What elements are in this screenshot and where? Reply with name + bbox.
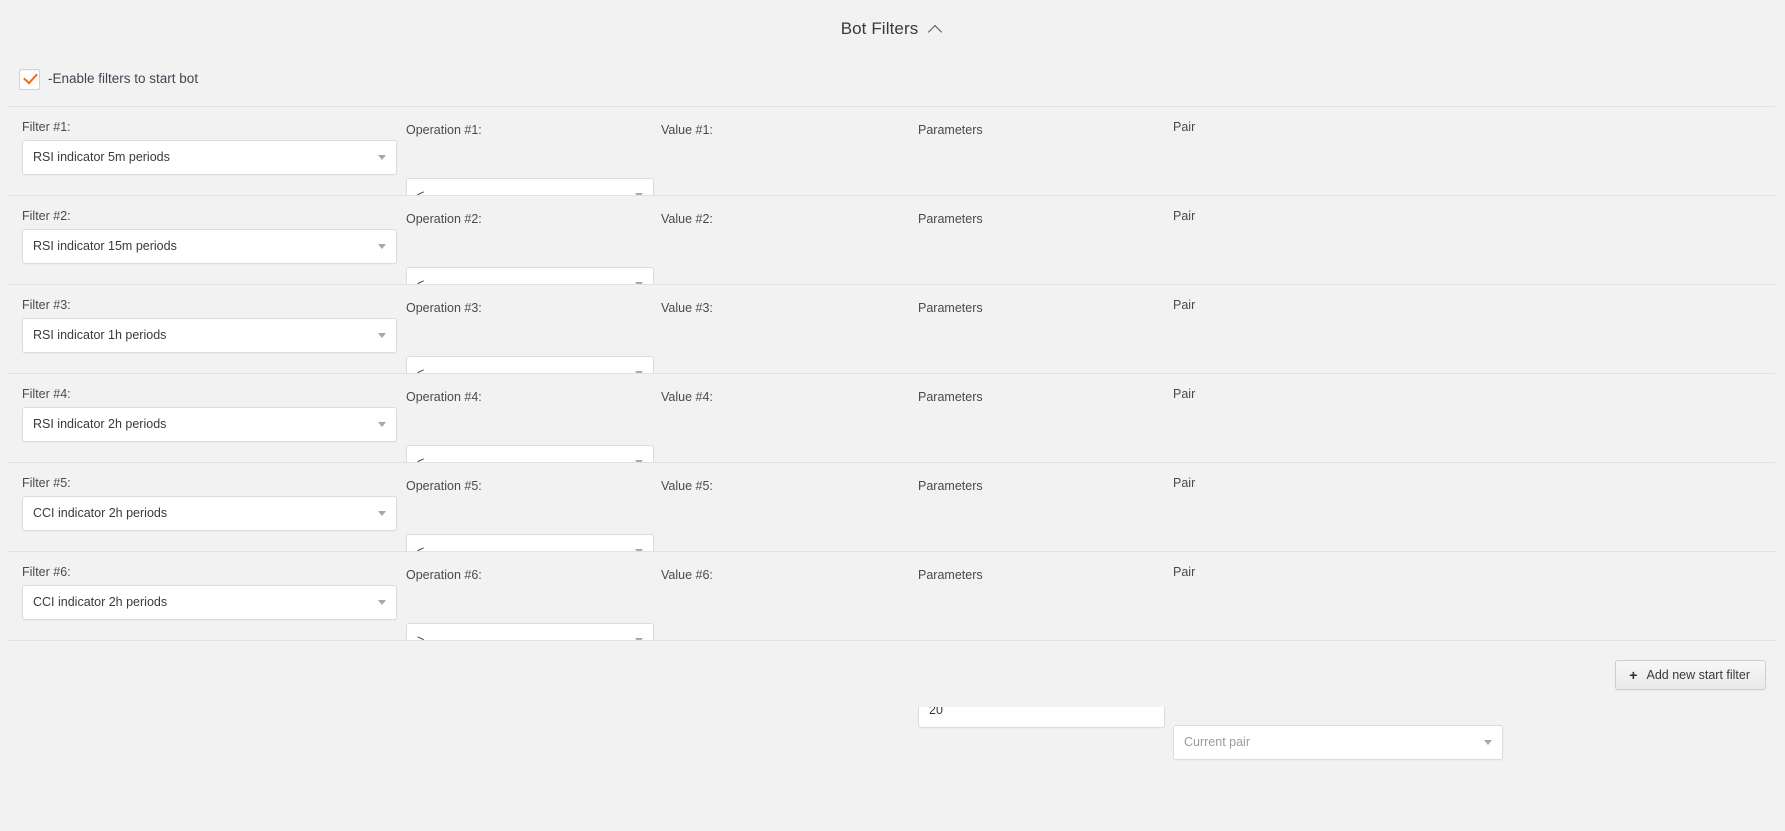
chevron-down-icon[interactable] [378,422,386,427]
operation-label: Operation #6: [406,568,482,582]
chevron-up-icon[interactable] [929,22,944,37]
filter-select[interactable]: RSI indicator 5m periods [22,140,397,175]
filter-select[interactable]: RSI indicator 15m periods [22,229,397,264]
operation-label: Operation #2: [406,212,482,226]
pair-select-value: Current pair [1184,736,1250,749]
parameters-label: Parameters [918,568,983,582]
value-label: Value #2: [661,212,713,226]
filter-select-value: RSI indicator 15m periods [33,240,177,253]
parameters-label: Parameters [918,212,983,226]
filter-select-value: RSI indicator 5m periods [33,151,170,164]
filter-label: Filter #4: [22,387,71,401]
parameters-label: Parameters [918,479,983,493]
filter-label: Filter #5: [22,476,71,490]
filter-row: Filter #3: RSI indicator 1h periods Operat… [8,284,1775,493]
pair-label: Pair [1173,565,1196,579]
page-title: Bot Filters [840,19,919,38]
filter-row: Filter #4: RSI indicator 2h periods Operat… [8,373,1775,582]
filter-select-value: RSI indicator 1h periods [33,329,167,342]
filter-label: Filter #6: [22,565,71,579]
filter-label: Filter #2: [22,209,71,223]
panel-title-toggle[interactable]: Bot Filters [841,19,945,39]
filter-select[interactable]: CCI indicator 2h periods [22,496,397,531]
filter-select[interactable]: CCI indicator 2h periods [22,585,397,620]
parameters-label: Parameters [918,123,983,137]
pair-label: Pair [1173,120,1196,134]
value-label: Value #3: [661,301,713,315]
value-label: Value #1: [661,123,713,137]
filter-select[interactable]: RSI indicator 1h periods [22,318,397,353]
filter-row: Filter #6: CCI indicator 2h periods Operat… [8,551,1775,760]
operation-label: Operation #1: [406,123,482,137]
filter-select-value: CCI indicator 2h periods [33,596,168,609]
chevron-down-icon[interactable] [378,511,386,516]
operation-label: Operation #3: [406,301,482,315]
pair-label: Pair [1173,476,1196,490]
panel-header: Bot Filters [0,0,1785,58]
filters-footer: + Add new start filter [8,640,1775,707]
enable-filters-label: -Enable filters to start bot [48,71,199,87]
chevron-down-icon[interactable] [378,333,386,338]
filter-select-value: CCI indicator 2h periods [33,507,168,520]
operation-label: Operation #5: [406,479,482,493]
pair-label: Pair [1173,209,1196,223]
plus-icon: + [1629,666,1638,683]
chevron-down-icon[interactable] [1484,740,1492,745]
add-new-start-filter-label: Add new start filter [1646,668,1750,682]
pair-label: Pair [1173,387,1196,401]
filter-label: Filter #3: [22,298,71,312]
value-label: Value #4: [661,390,713,404]
add-new-start-filter-button[interactable]: + Add new start filter [1615,660,1766,690]
enable-filters-checkbox[interactable] [19,68,40,90]
chevron-down-icon[interactable] [378,244,386,249]
filter-row: Filter #5: CCI indicator 2h periods Operat… [8,462,1775,671]
pair-label: Pair [1173,298,1196,312]
filter-row: Filter #2: RSI indicator 15m periods Opera… [8,195,1775,404]
check-icon [23,68,38,85]
value-label: Value #5: [661,479,713,493]
parameters-label: Parameters [918,390,983,404]
value-label: Value #6: [661,568,713,582]
filter-select[interactable]: RSI indicator 2h periods [22,407,397,442]
filters-list: Filter #1: RSI indicator 5m periods Operat… [8,106,1775,760]
filter-label: Filter #1: [22,120,71,134]
operation-label: Operation #4: [406,390,482,404]
filter-row: Filter #1: RSI indicator 5m periods Operat… [8,106,1775,315]
parameters-label: Parameters [918,301,983,315]
pair-select[interactable]: Current pair [1173,725,1503,760]
chevron-down-icon[interactable] [378,155,386,160]
filter-select-value: RSI indicator 2h periods [33,418,167,431]
chevron-down-icon[interactable] [378,600,386,605]
enable-filters-row: -Enable filters to start bot [0,58,1785,100]
